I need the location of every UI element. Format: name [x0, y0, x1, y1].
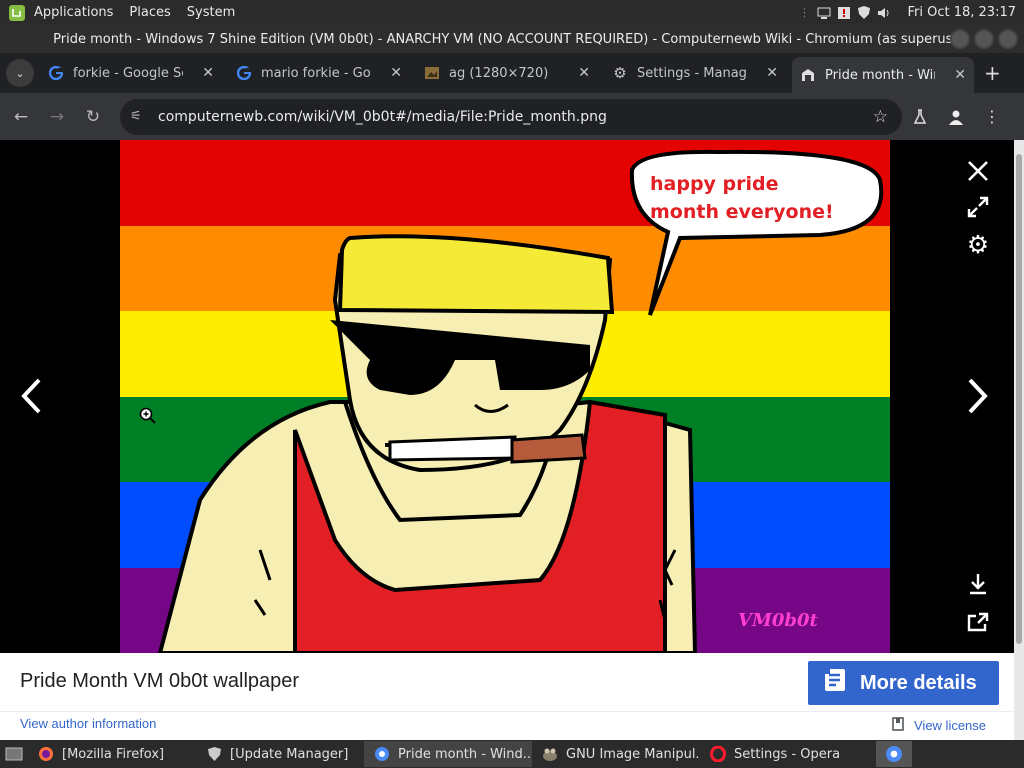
system-tray: ⋮ Fri Oct 18, 23:17 — [797, 5, 1024, 20]
google-icon — [48, 65, 64, 81]
mint-menu-icon[interactable] — [8, 4, 26, 22]
bookmark-star-icon[interactable]: ☆ — [873, 107, 888, 127]
tab-title: Pride month - Windows 7 Shine Edition — [825, 67, 935, 83]
show-desktop-icon[interactable] — [0, 740, 28, 768]
wiki-icon — [800, 67, 816, 83]
task-label: GNU Image Manipul... — [566, 746, 700, 762]
scrollbar-thumb[interactable] — [1016, 154, 1022, 644]
alert-icon[interactable] — [837, 6, 851, 20]
gimp-icon — [542, 746, 558, 762]
close-tab-icon[interactable]: ✕ — [766, 65, 778, 81]
task-chromium[interactable]: Pride month - Wind... — [364, 741, 532, 767]
menu-kebab-icon[interactable]: ⋮ — [974, 99, 1010, 135]
tab-forkie[interactable]: forkie - Google Search ✕ — [40, 57, 222, 89]
chromium-icon — [374, 746, 390, 762]
network-icon[interactable] — [817, 6, 831, 20]
speech-bubble-text: happy pride month everyone! — [650, 173, 834, 223]
task-label: Pride month - Wind... — [398, 746, 532, 762]
top-panel: Applications Places System ⋮ Fri Oct 18,… — [0, 0, 1024, 25]
tab-title: Settings - Manage — [637, 65, 747, 81]
maximize-button[interactable] — [974, 29, 994, 49]
opera-icon — [710, 746, 726, 762]
tab-ag-image[interactable]: ag (1280×720) ✕ — [416, 57, 598, 89]
clock[interactable]: Fri Oct 18, 23:17 — [907, 5, 1016, 20]
shield-icon — [206, 746, 222, 762]
fullscreen-icon[interactable] — [964, 193, 992, 221]
separator-icon: ⋮ — [798, 6, 810, 19]
shield-icon[interactable] — [857, 6, 871, 20]
window-controls — [950, 29, 1018, 49]
task-chromium-pinned[interactable] — [876, 741, 912, 767]
document-icon — [824, 668, 846, 698]
tab-title: mario forkie - Google Search — [261, 65, 371, 81]
tab-title: forkie - Google Search — [73, 65, 183, 81]
tab-settings[interactable]: ⚙ Settings - Manage ✕ — [604, 57, 786, 89]
task-label: Settings - Opera — [734, 746, 841, 762]
close-window-button[interactable] — [998, 29, 1018, 49]
menu-places[interactable]: Places — [129, 5, 170, 20]
license-icon — [892, 717, 904, 734]
next-image-button[interactable] — [961, 375, 995, 417]
minimize-button[interactable] — [950, 29, 970, 49]
view-author-link[interactable]: View author information — [20, 716, 156, 731]
new-tab-button[interactable]: + — [984, 61, 1001, 85]
media-viewer: happy pride month everyone! VM0b0t ⚙ — [0, 140, 1024, 653]
close-tab-icon[interactable]: ✕ — [954, 67, 966, 83]
google-icon — [236, 65, 252, 81]
media-caption-panel: Pride Month VM 0b0t wallpaper More detai… — [0, 653, 1014, 740]
more-details-button[interactable]: More details — [808, 661, 999, 705]
page-scrollbar[interactable] — [1014, 140, 1024, 740]
labs-flask-icon[interactable] — [902, 99, 938, 135]
site-info-icon[interactable]: ⚟ — [130, 109, 150, 124]
browser-toolbar: ← → ↻ ⚟ computernewb.com/wiki/VM_0b0t#/m… — [0, 93, 1024, 140]
reload-button[interactable]: ↻ — [78, 102, 108, 132]
back-button[interactable]: ← — [6, 102, 36, 132]
close-tab-icon[interactable]: ✕ — [202, 65, 214, 81]
image-icon — [424, 65, 440, 81]
address-bar[interactable]: ⚟ computernewb.com/wiki/VM_0b0t#/media/F… — [120, 98, 902, 135]
download-icon[interactable] — [964, 570, 992, 598]
license-label: View license — [914, 718, 987, 733]
view-license-link[interactable]: View license — [892, 717, 986, 734]
task-label: [Update Manager] — [230, 746, 349, 762]
artist-signature: VM0b0t — [738, 610, 818, 631]
tab-search-button[interactable]: ⌄ — [6, 59, 34, 87]
settings-gear-icon[interactable]: ⚙ — [964, 230, 992, 259]
tab-pride-month[interactable]: Pride month - Windows 7 Shine Edition ✕ — [792, 57, 974, 93]
tab-mario-forkie[interactable]: mario forkie - Google Search ✕ — [228, 57, 410, 89]
caption-divider — [0, 711, 1014, 712]
previous-image-button[interactable] — [14, 375, 48, 417]
zoom-cursor-icon — [138, 406, 158, 426]
taskbar: [Mozilla Firefox] [Update Manager] Pride… — [0, 740, 1024, 768]
share-icon[interactable] — [964, 608, 992, 636]
window-title: Pride month - Windows 7 Shine Edition (V… — [53, 31, 971, 47]
task-firefox[interactable]: [Mozilla Firefox] — [28, 741, 196, 767]
menu-system[interactable]: System — [187, 5, 235, 20]
media-title: Pride Month VM 0b0t wallpaper — [20, 670, 300, 692]
forward-button[interactable]: → — [42, 102, 72, 132]
close-tab-icon[interactable]: ✕ — [578, 65, 590, 81]
profile-icon[interactable] — [938, 99, 974, 135]
task-opera[interactable]: Settings - Opera — [700, 741, 868, 767]
close-viewer-icon[interactable] — [964, 157, 992, 185]
task-gimp[interactable]: GNU Image Manipul... — [532, 741, 700, 767]
wallpaper-image: happy pride month everyone! VM0b0t — [120, 140, 890, 653]
volume-icon[interactable] — [877, 6, 891, 20]
task-update-manager[interactable]: [Update Manager] — [196, 741, 364, 767]
tab-strip: ⌄ forkie - Google Search ✕ mario forkie … — [0, 53, 1024, 93]
menu-applications[interactable]: Applications — [34, 5, 113, 20]
window-titlebar[interactable]: Pride month - Windows 7 Shine Edition (V… — [0, 25, 1024, 53]
close-tab-icon[interactable]: ✕ — [390, 65, 402, 81]
task-label: [Mozilla Firefox] — [62, 746, 165, 762]
gear-icon: ⚙ — [613, 64, 627, 82]
firefox-icon — [38, 746, 54, 762]
tab-title: ag (1280×720) — [449, 65, 549, 81]
more-details-label: More details — [860, 671, 977, 694]
url-text[interactable]: computernewb.com/wiki/VM_0b0t#/media/Fil… — [158, 109, 873, 125]
